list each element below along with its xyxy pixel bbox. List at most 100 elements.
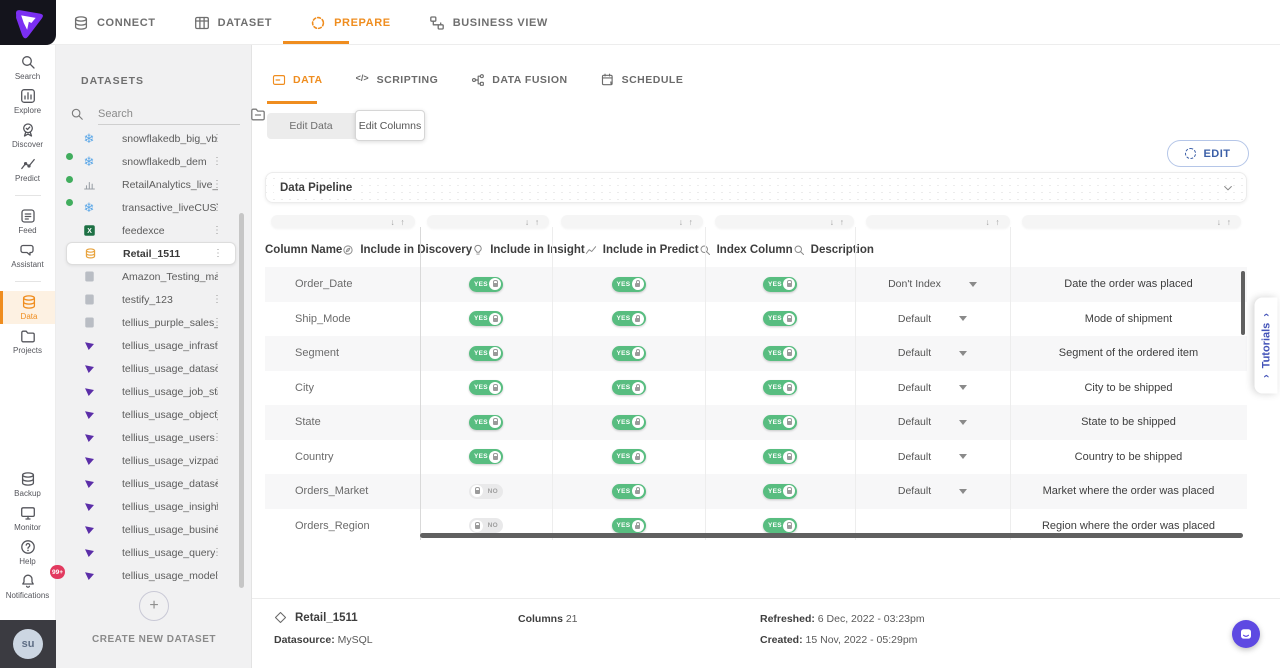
- dataset-item[interactable]: Retail_1511 ⋮: [66, 242, 236, 265]
- kebab-menu-icon[interactable]: ⋮: [212, 133, 222, 144]
- dataset-item[interactable]: ❄ snowflakedb_big_vb ⋮: [56, 127, 252, 150]
- kebab-menu-icon[interactable]: ⋮: [212, 294, 222, 305]
- dataset-tab[interactable]: </> SCRIPTING: [356, 73, 439, 87]
- dataset-item[interactable]: testify_123 ⋮: [56, 288, 252, 311]
- kebab-menu-icon[interactable]: ⋮: [213, 248, 223, 259]
- index-column-dropdown[interactable]: Default: [898, 416, 967, 428]
- column-filter[interactable]: ↓ ↑: [1022, 215, 1241, 228]
- kebab-menu-icon[interactable]: ⋮: [212, 317, 222, 328]
- column-filter[interactable]: ↓ ↑: [866, 215, 1010, 228]
- include-in-predict-toggle[interactable]: YES: [763, 484, 797, 499]
- include-in-predict-toggle[interactable]: YES: [763, 311, 797, 326]
- rail-item[interactable]: Explore: [0, 85, 55, 118]
- dataset-item[interactable]: tellius_usage_query ⋮: [56, 541, 252, 564]
- kebab-menu-icon[interactable]: ⋮: [212, 156, 222, 167]
- include-in-insight-toggle[interactable]: YES: [612, 484, 646, 499]
- sort-icons[interactable]: ↓ ↑: [1217, 217, 1233, 227]
- dataset-item[interactable]: tellius_usage_infrastructure... ⋮: [56, 334, 252, 357]
- kebab-menu-icon[interactable]: ⋮: [212, 455, 222, 466]
- kebab-menu-icon[interactable]: ⋮: [212, 271, 222, 282]
- rail-item[interactable]: Assistant: [0, 239, 55, 272]
- horizontal-scrollbar[interactable]: [420, 533, 1243, 538]
- kebab-menu-icon[interactable]: ⋮: [212, 202, 222, 213]
- column-filter[interactable]: ↓ ↑: [561, 215, 703, 228]
- kebab-menu-icon[interactable]: ⋮: [212, 478, 222, 489]
- rail-item[interactable]: Predict: [0, 153, 55, 186]
- column-filter[interactable]: ↓ ↑: [427, 215, 549, 228]
- include-in-discovery-toggle[interactable]: YES: [469, 346, 503, 361]
- create-new-dataset-button[interactable]: + CREATE NEW DATASET: [56, 591, 252, 645]
- sort-icons[interactable]: ↓ ↑: [830, 217, 846, 227]
- rail-item[interactable]: Feed: [0, 205, 55, 238]
- include-in-discovery-toggle[interactable]: YES: [469, 311, 503, 326]
- index-column-dropdown[interactable]: Default: [898, 347, 967, 359]
- include-in-discovery-toggle[interactable]: YES: [469, 380, 503, 395]
- top-nav-item[interactable]: PREPARE: [310, 15, 391, 31]
- include-in-insight-toggle[interactable]: YES: [612, 277, 646, 292]
- dataset-item[interactable]: ❄ snowflakedb_dem ⋮: [56, 150, 252, 173]
- kebab-menu-icon[interactable]: ⋮: [212, 363, 222, 374]
- dataset-list-scrollbar[interactable]: [239, 213, 244, 588]
- rail-item[interactable]: Data: [0, 291, 55, 324]
- include-in-predict-toggle[interactable]: YES: [763, 380, 797, 395]
- sort-icons[interactable]: ↓ ↑: [525, 217, 541, 227]
- include-in-insight-toggle[interactable]: YES: [612, 380, 646, 395]
- top-nav-item[interactable]: DATASET: [194, 15, 273, 31]
- dataset-tab[interactable]: DATA: [272, 73, 323, 87]
- dataset-item[interactable]: X feedexce ⋮: [56, 219, 252, 242]
- include-in-discovery-toggle[interactable]: NO: [469, 518, 503, 533]
- include-in-predict-toggle[interactable]: YES: [763, 518, 797, 533]
- kebab-menu-icon[interactable]: ⋮: [212, 179, 222, 190]
- dataset-item[interactable]: tellius_usage_users ⋮: [56, 426, 252, 449]
- index-column-dropdown[interactable]: Don't Index: [888, 278, 977, 290]
- dataset-item[interactable]: tellius_usage_businessviews ⋮: [56, 518, 252, 541]
- index-column-dropdown[interactable]: Default: [898, 485, 967, 497]
- top-nav-item[interactable]: CONNECT: [73, 15, 156, 31]
- include-in-predict-toggle[interactable]: YES: [763, 346, 797, 361]
- dataset-item[interactable]: tellius_usage_object_usage ⋮: [56, 403, 252, 426]
- kebab-menu-icon[interactable]: ⋮: [212, 409, 222, 420]
- kebab-menu-icon[interactable]: ⋮: [212, 432, 222, 443]
- include-in-predict-toggle[interactable]: YES: [763, 277, 797, 292]
- dataset-item[interactable]: tellius_usage_datasets ⋮: [56, 472, 252, 495]
- rail-item[interactable]: Monitor: [0, 502, 55, 535]
- column-filter[interactable]: ↓ ↑: [271, 215, 415, 228]
- include-in-insight-toggle[interactable]: YES: [612, 311, 646, 326]
- kebab-menu-icon[interactable]: ⋮: [212, 547, 222, 558]
- dataset-search-input[interactable]: [98, 103, 240, 125]
- vertical-scrollbar[interactable]: [1241, 271, 1245, 335]
- dataset-item[interactable]: Amazon_Testing_main ⋮: [56, 265, 252, 288]
- rail-item[interactable]: Projects: [0, 325, 55, 358]
- user-avatar[interactable]: su: [13, 629, 43, 659]
- rail-item[interactable]: Help: [0, 536, 55, 569]
- index-column-dropdown[interactable]: Default: [898, 313, 967, 325]
- include-in-predict-toggle[interactable]: YES: [763, 415, 797, 430]
- dataset-item[interactable]: tellius_usage_job_stats ⋮: [56, 380, 252, 403]
- rail-item[interactable]: 99+ Notifications: [0, 570, 55, 603]
- kebab-menu-icon[interactable]: ⋮: [212, 386, 222, 397]
- rail-item[interactable]: Search: [0, 51, 55, 84]
- sort-icons[interactable]: ↓ ↑: [390, 217, 406, 227]
- tutorials-tab[interactable]: › Tutorials ›: [1255, 298, 1278, 394]
- include-in-insight-toggle[interactable]: YES: [612, 449, 646, 464]
- kebab-menu-icon[interactable]: ⋮: [212, 225, 222, 236]
- dataset-item[interactable]: tellius_usage_models ⋮: [56, 564, 252, 587]
- tellius-logo[interactable]: [0, 0, 56, 45]
- include-in-insight-toggle[interactable]: YES: [612, 346, 646, 361]
- chat-widget-button[interactable]: [1232, 620, 1260, 648]
- dataset-item[interactable]: RetailAnalytics_live_test ⋮: [56, 173, 252, 196]
- dataset-item[interactable]: ❄ transactive_liveCUSTTRANS... ⋮: [56, 196, 252, 219]
- chevron-down-icon[interactable]: [1222, 182, 1234, 194]
- index-column-dropdown[interactable]: Default: [898, 451, 967, 463]
- kebab-menu-icon[interactable]: ⋮: [212, 570, 222, 581]
- include-in-discovery-toggle[interactable]: NO: [469, 484, 503, 499]
- kebab-menu-icon[interactable]: ⋮: [212, 501, 222, 512]
- sort-icons[interactable]: ↓ ↑: [679, 217, 695, 227]
- include-in-predict-toggle[interactable]: YES: [763, 449, 797, 464]
- folder-icon[interactable]: [250, 106, 266, 122]
- plus-icon[interactable]: +: [139, 591, 169, 621]
- data-pipeline-bar[interactable]: Data Pipeline: [265, 172, 1247, 203]
- sort-icons[interactable]: ↓ ↑: [985, 217, 1001, 227]
- dataset-item[interactable]: tellius_purple_sales_feed_fin ⋮: [56, 311, 252, 334]
- column-filter[interactable]: ↓ ↑: [715, 215, 854, 228]
